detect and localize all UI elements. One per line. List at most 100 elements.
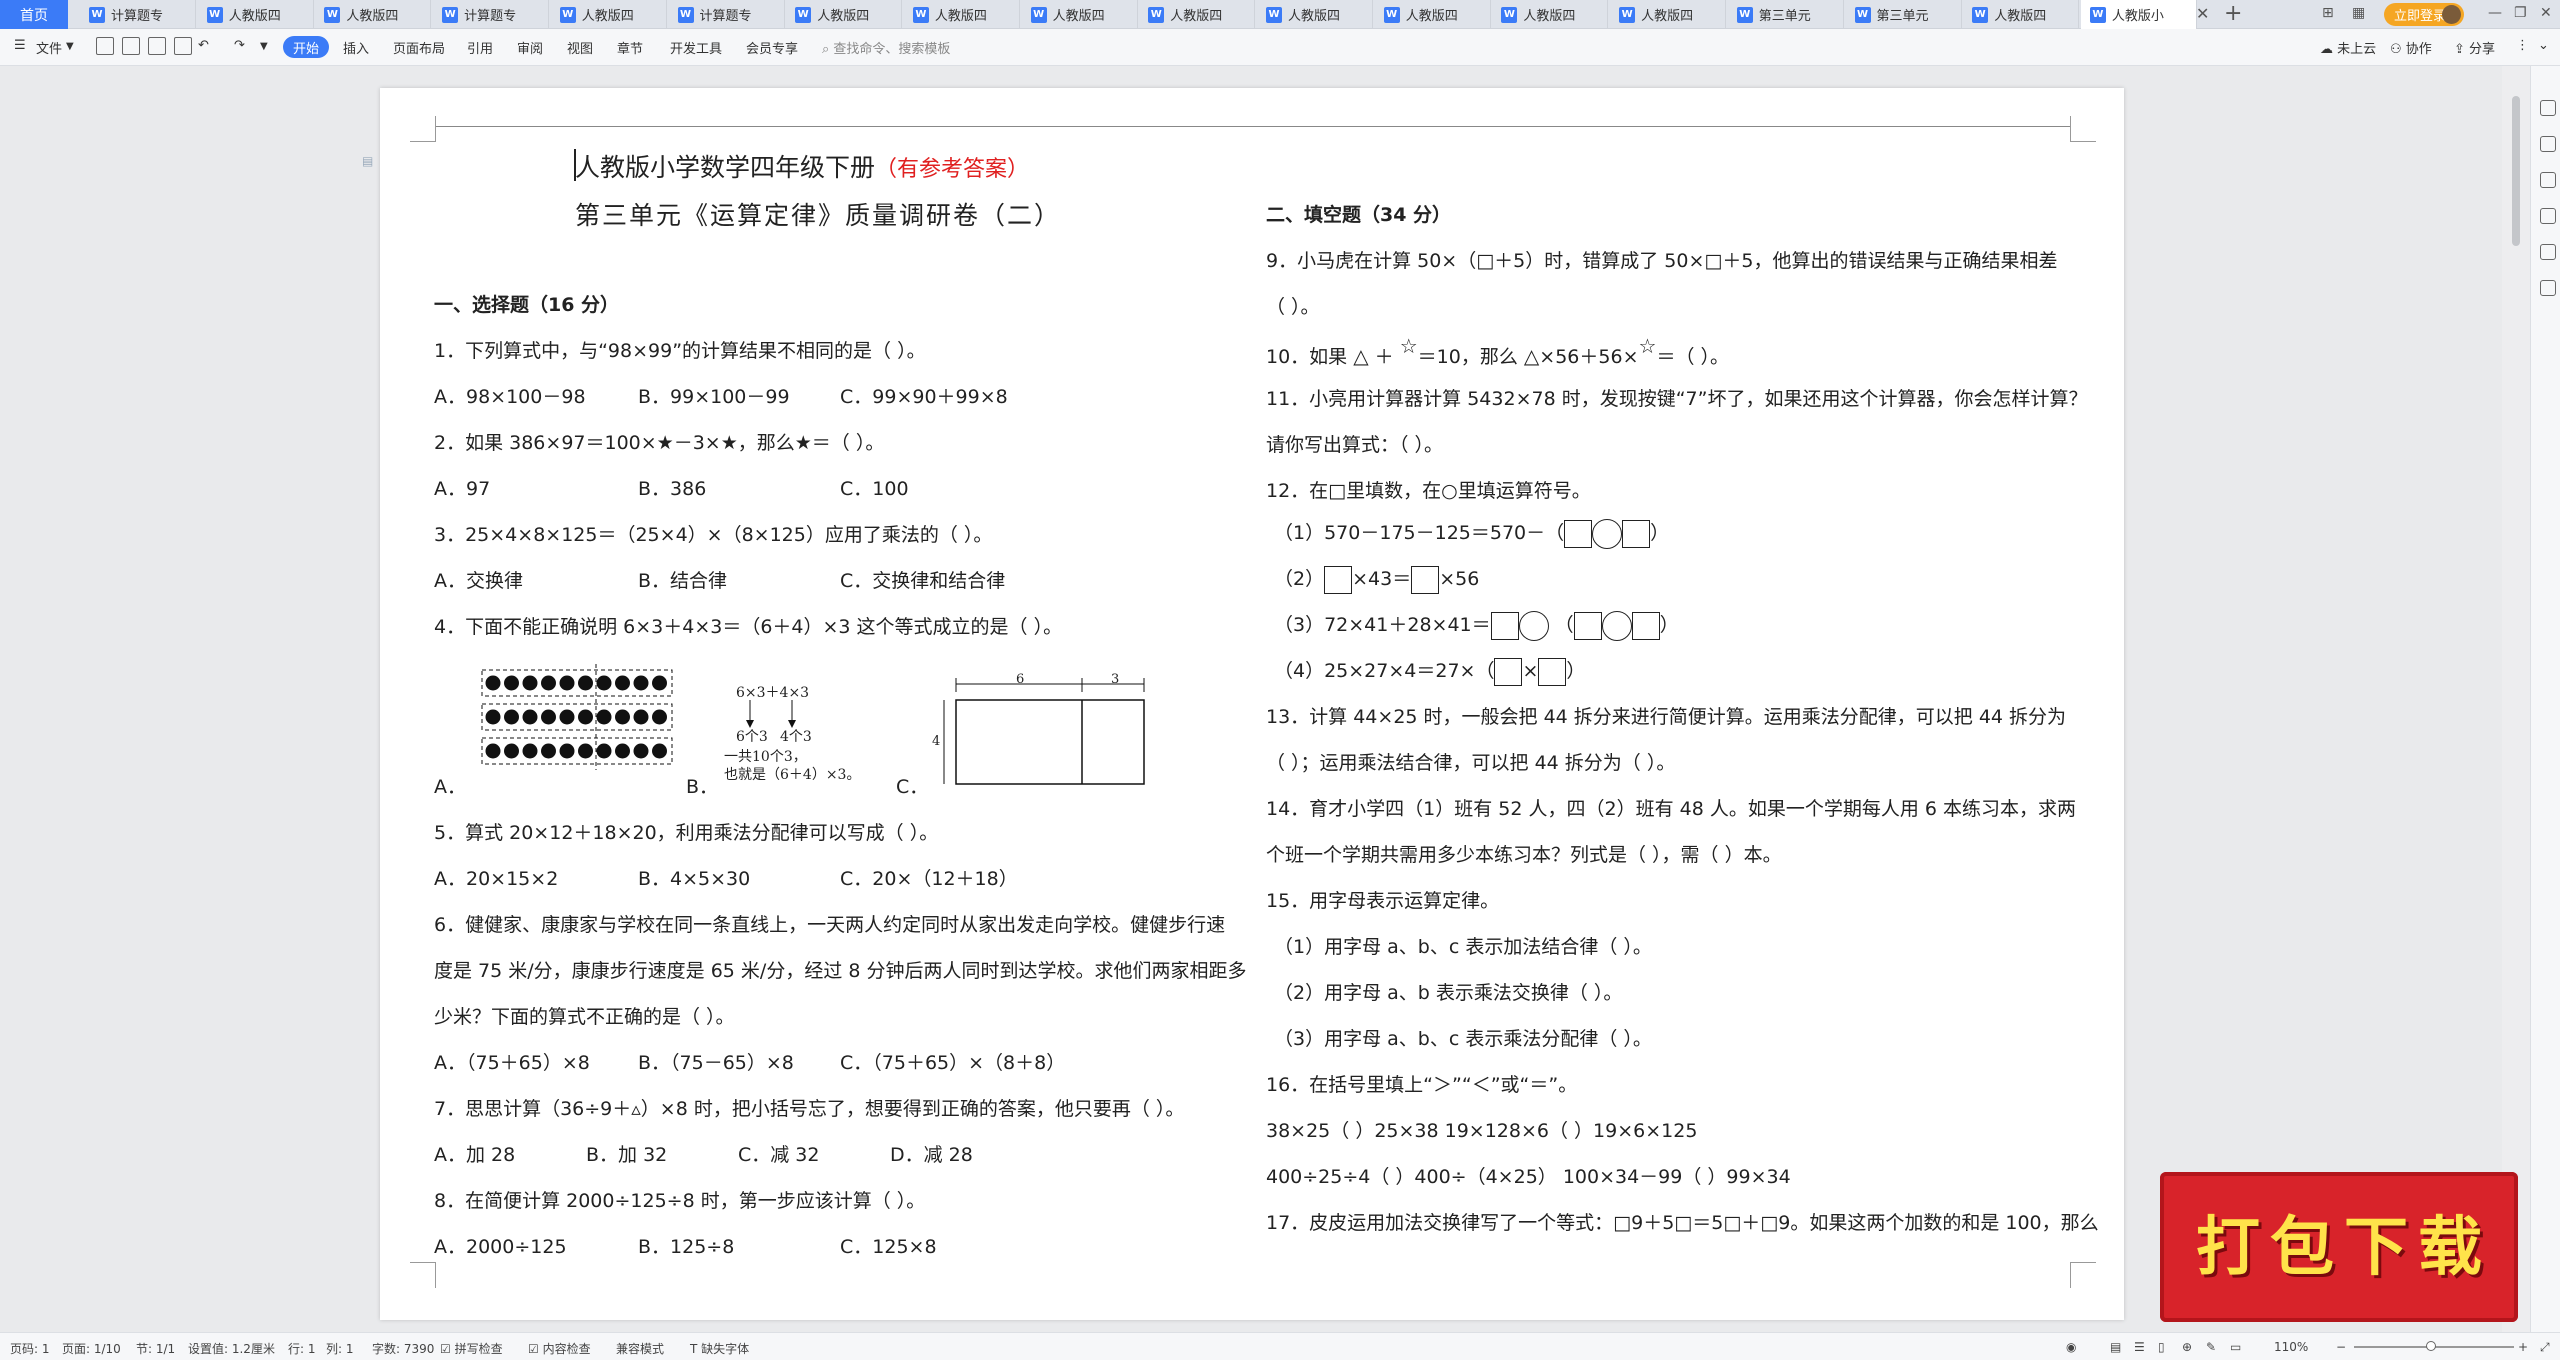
doc-tab[interactable]: W 人教版四 bbox=[1610, 0, 1727, 29]
tab-view[interactable]: 视图 bbox=[567, 38, 593, 57]
status-row[interactable]: 行: 1 bbox=[288, 1340, 316, 1357]
answer-box[interactable] bbox=[1564, 519, 1593, 548]
writer-doc-icon: W bbox=[89, 6, 105, 23]
collab-button[interactable]: ⚇ 协作 bbox=[2390, 38, 2432, 57]
doc-tab[interactable]: W 人教版四 bbox=[1375, 0, 1491, 29]
compat-mode[interactable]: 兼容模式 bbox=[616, 1340, 664, 1357]
eye-icon[interactable]: ◉ bbox=[2066, 1340, 2076, 1354]
edit-icon[interactable] bbox=[2540, 100, 2556, 116]
answer-box[interactable] bbox=[1631, 611, 1660, 640]
location-icon[interactable] bbox=[2540, 244, 2556, 260]
answer-box[interactable] bbox=[1494, 657, 1523, 686]
print-icon[interactable] bbox=[148, 37, 166, 55]
doc-tab[interactable]: W 人教版四 bbox=[904, 0, 1020, 29]
answer-box[interactable] bbox=[1573, 611, 1602, 640]
style-icon[interactable] bbox=[2540, 208, 2556, 224]
tab-home[interactable]: 首页 bbox=[0, 0, 68, 29]
toolbar-more-icon[interactable]: ⋮ bbox=[2516, 38, 2529, 53]
figure-label: 4 bbox=[932, 734, 941, 749]
download-banner[interactable]: 打包下载 bbox=[2160, 1172, 2518, 1322]
answer-box[interactable] bbox=[1411, 565, 1440, 594]
redo-icon[interactable]: ↷ bbox=[234, 38, 245, 53]
doc-tab[interactable]: W 人教版四 bbox=[315, 0, 432, 29]
doc-tab[interactable]: W 人教版四 bbox=[1257, 0, 1373, 29]
doc-tab[interactable]: W 人教版四 bbox=[1139, 0, 1256, 29]
save-icon[interactable] bbox=[96, 37, 114, 55]
chevron-down-icon[interactable]: ▼ bbox=[66, 41, 74, 52]
doc-tab[interactable]: W 人教版四 bbox=[1022, 0, 1138, 29]
tab-review[interactable]: 审阅 bbox=[517, 38, 543, 57]
export-icon[interactable] bbox=[122, 37, 140, 55]
edit-view-icon[interactable]: ✎ bbox=[2206, 1340, 2216, 1354]
outline-view-icon[interactable]: ☰ bbox=[2134, 1340, 2145, 1354]
zoom-slider-thumb[interactable] bbox=[2426, 1341, 2436, 1351]
new-tab-icon[interactable]: + bbox=[2224, 1, 2242, 26]
login-button[interactable]: 立即登录 bbox=[2384, 3, 2464, 26]
bookmark-icon[interactable] bbox=[2540, 280, 2556, 296]
answer-box[interactable] bbox=[1622, 519, 1651, 548]
restore-icon[interactable]: ❐ bbox=[2514, 5, 2527, 21]
doc-tab[interactable]: W 计算题专 bbox=[433, 0, 550, 29]
command-search[interactable]: ⌕ 查找命令、搜索模板 bbox=[822, 38, 950, 57]
sub-question: （3）用字母 a、b、c 表示乘法分配律（ ）。 bbox=[1274, 1028, 1652, 1050]
spell-check[interactable]: ☑ 拼写检查 bbox=[440, 1340, 503, 1357]
doc-tab[interactable]: W 人教版四 bbox=[1492, 0, 1609, 29]
missing-font[interactable]: T 缺失字体 bbox=[690, 1340, 749, 1357]
share-button[interactable]: ⇪ 分享 bbox=[2454, 38, 2495, 57]
vertical-scrollbar[interactable] bbox=[2502, 66, 2530, 1332]
collapse-ribbon-icon[interactable]: ⌄ bbox=[2538, 38, 2549, 53]
window-close-icon[interactable]: ✕ bbox=[2540, 5, 2552, 21]
doc-tab[interactable]: W 人教版四 bbox=[786, 0, 903, 29]
tab-chapter[interactable]: 章节 bbox=[617, 38, 643, 57]
scroll-thumb[interactable] bbox=[2512, 96, 2520, 246]
tab-reference[interactable]: 引用 bbox=[467, 38, 493, 57]
answer-circle[interactable] bbox=[1518, 610, 1549, 641]
doc-tab[interactable]: W 计算题专 bbox=[669, 0, 785, 29]
doc-tab[interactable]: W 人教版四 bbox=[1963, 0, 2080, 29]
page-view-icon[interactable]: ▤ bbox=[2110, 1340, 2121, 1354]
zoom-in-icon[interactable]: + bbox=[2518, 1340, 2528, 1354]
status-setting[interactable]: 设置值: 1.2厘米 bbox=[188, 1340, 275, 1357]
status-page-number[interactable]: 页码: 1 bbox=[10, 1340, 50, 1357]
doc-tab[interactable]: W 第三单元 bbox=[1728, 0, 1844, 29]
web-view-icon[interactable]: ⊕ bbox=[2182, 1340, 2192, 1354]
tab-insert[interactable]: 插入 bbox=[343, 38, 369, 57]
answer-box[interactable] bbox=[1538, 657, 1567, 686]
status-pages[interactable]: 页面: 1/10 bbox=[62, 1340, 121, 1357]
minimize-icon[interactable]: — bbox=[2488, 5, 2502, 21]
answer-box[interactable] bbox=[1324, 565, 1353, 594]
status-section[interactable]: 节: 1/1 bbox=[136, 1340, 175, 1357]
zoom-out-icon[interactable]: − bbox=[2336, 1340, 2346, 1354]
fit-icon[interactable]: ⤢ bbox=[2540, 1340, 2550, 1355]
answer-circle[interactable] bbox=[1601, 610, 1632, 641]
cloud-status[interactable]: ☁ 未上云 bbox=[2320, 38, 2376, 57]
crop-mark bbox=[2070, 1262, 2096, 1288]
zoom-level[interactable]: 110% bbox=[2274, 1340, 2308, 1354]
adjust-icon[interactable] bbox=[2540, 172, 2556, 188]
tab-member[interactable]: 会员专享 bbox=[746, 38, 798, 57]
status-col[interactable]: 列: 1 bbox=[326, 1340, 354, 1357]
tab-count-icon[interactable]: ⊞ bbox=[2322, 5, 2334, 21]
read-view-icon[interactable]: ▯ bbox=[2158, 1340, 2165, 1354]
doc-tab[interactable]: W 人教版小 bbox=[2080, 0, 2197, 29]
doc-tab[interactable]: W 人教版四 bbox=[198, 0, 314, 29]
menu-file[interactable]: 文件 bbox=[36, 38, 62, 57]
grid-icon[interactable]: ▦ bbox=[2352, 5, 2365, 21]
answer-box[interactable] bbox=[1490, 611, 1519, 640]
answer-circle[interactable] bbox=[1592, 518, 1623, 549]
split-view-icon[interactable]: ▭ bbox=[2230, 1340, 2241, 1354]
doc-tab[interactable]: W 人教版四 bbox=[551, 0, 667, 29]
preview-icon[interactable] bbox=[174, 37, 192, 55]
tab-developer[interactable]: 开发工具 bbox=[670, 38, 722, 57]
status-word-count[interactable]: 字数: 7390 bbox=[372, 1340, 434, 1357]
more-icon[interactable]: ▼ bbox=[260, 41, 268, 52]
doc-tab[interactable]: W 计算题专 bbox=[80, 0, 196, 29]
tab-start[interactable]: 开始 bbox=[283, 36, 329, 58]
menu-icon[interactable]: ☰ bbox=[14, 38, 26, 53]
content-check[interactable]: ☑ 内容检查 bbox=[528, 1340, 591, 1357]
select-icon[interactable] bbox=[2540, 136, 2556, 152]
doc-tab[interactable]: W 第三单元 bbox=[1846, 0, 1962, 29]
close-tab-icon[interactable]: ✕ bbox=[2196, 4, 2209, 23]
tab-layout[interactable]: 页面布局 bbox=[393, 38, 445, 57]
undo-icon[interactable]: ↶ bbox=[198, 38, 209, 53]
